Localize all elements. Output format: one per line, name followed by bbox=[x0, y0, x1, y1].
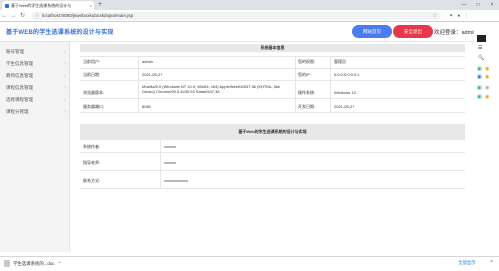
menu-icon[interactable]: ⋮ bbox=[464, 13, 469, 19]
label-os: 操作系统: bbox=[298, 90, 316, 95]
label-dev-date: 开发日期: bbox=[298, 104, 316, 109]
label-current-date: 当前日期: bbox=[83, 72, 101, 77]
reload-icon[interactable]: ↻ bbox=[18, 12, 27, 19]
show-all-downloads[interactable]: 全部显示 bbox=[458, 260, 476, 266]
browser-nav-bar: ← → ↻ ⓘ localhost:8080/jsweboxkuboxkdxjx… bbox=[0, 10, 499, 22]
download-bar bbox=[0, 256, 499, 271]
label-server-port: 服务器端口: bbox=[83, 104, 105, 109]
divider bbox=[138, 56, 139, 112]
chevron-right-icon: › bbox=[64, 73, 67, 78]
sidebar-item-label: 选修课程管理 bbox=[6, 97, 33, 102]
close-download-bar-icon[interactable]: × bbox=[490, 259, 493, 265]
sidebar-item-elective[interactable]: 选修课程管理 › bbox=[6, 97, 66, 103]
close-window-button[interactable]: × bbox=[485, 0, 499, 10]
chevron-right-icon: › bbox=[64, 49, 67, 54]
download-item[interactable]: 学生选课系统的...doc ⌃ bbox=[4, 260, 61, 267]
window-controls: — □ × bbox=[457, 0, 499, 10]
value-server-port: 8080 bbox=[142, 104, 151, 109]
app-title: 基于WEB的学生选课系统的设计与实现 bbox=[6, 30, 114, 36]
bookmark-star-icon[interactable]: ☆ bbox=[433, 13, 437, 19]
value-os: Windows 10 bbox=[334, 90, 356, 95]
logout-button[interactable]: 安全退出 bbox=[393, 25, 433, 38]
sidebar-item-label: 学生信息管理 bbox=[6, 61, 33, 66]
tool-c-icon[interactable]: ▣ bbox=[477, 74, 482, 80]
value-ip: 0:0:0:0:0:0:0:1 bbox=[334, 72, 360, 77]
chevron-up-icon[interactable]: ⌃ bbox=[57, 261, 61, 267]
divider bbox=[80, 170, 465, 171]
value-author: xxxxxx bbox=[164, 144, 176, 149]
sidebar-item-teachers[interactable]: 教师信息管理 › bbox=[6, 73, 66, 79]
divider bbox=[160, 140, 161, 188]
tool-b-icon[interactable]: ◉ bbox=[485, 66, 489, 72]
value-current-user: admin bbox=[142, 59, 153, 64]
app-logo-icon[interactable] bbox=[477, 35, 486, 42]
divider bbox=[80, 152, 465, 153]
sidebar-item-courses[interactable]: 课程信息管理 › bbox=[6, 85, 66, 91]
address-bar[interactable]: ⓘ localhost:8080/jsweboxkuboxkdxjxa/main… bbox=[31, 11, 441, 20]
browser-toolbar-right: ✦ ● ⋮ bbox=[449, 13, 469, 19]
label-author: 系统作者: bbox=[83, 144, 101, 149]
maximize-button[interactable]: □ bbox=[471, 0, 485, 10]
favicon-icon bbox=[5, 3, 9, 8]
tool-a-icon[interactable]: ▣ bbox=[477, 66, 482, 72]
divider bbox=[295, 56, 296, 112]
back-icon[interactable]: ← bbox=[0, 13, 9, 19]
label-current-user: 当前用户: bbox=[83, 59, 101, 64]
value-contact: xxxxxxxxxxxx bbox=[164, 178, 188, 183]
extensions-icon[interactable]: ✦ bbox=[449, 13, 453, 19]
site-info-icon[interactable]: ⓘ bbox=[35, 13, 39, 19]
value-current-date: 2021-05-27 bbox=[142, 72, 163, 77]
file-icon bbox=[4, 260, 10, 267]
label-contact: 联系方式: bbox=[83, 178, 101, 183]
sidebar-item-grades[interactable]: 课程分管理 › bbox=[6, 109, 66, 115]
label-browser: 浏览器版本: bbox=[83, 90, 105, 95]
sidebar-item-label: 教师信息管理 bbox=[6, 73, 33, 78]
tab-title: 基于Web的学生选课系统的设计与 bbox=[11, 2, 72, 8]
value-dev-date: 2021-05-27 bbox=[334, 104, 355, 109]
tool-h-icon[interactable]: ◉ bbox=[485, 94, 489, 100]
divider bbox=[80, 112, 465, 113]
label-advisor: 指导老师: bbox=[83, 160, 101, 165]
divider bbox=[80, 188, 465, 189]
browser-tab[interactable]: 基于Web的学生选课系统的设计与 × bbox=[2, 1, 94, 10]
tool-e-icon[interactable]: ▣ bbox=[477, 85, 482, 91]
label-ip: 您的IP: bbox=[298, 72, 311, 77]
chevron-right-icon: › bbox=[64, 109, 67, 114]
menu-lines-icon[interactable]: ☰ bbox=[478, 45, 482, 51]
value-advisor: xxxxxx bbox=[164, 160, 176, 165]
value-browser: Mozilla/5.0 (Windows NT 10.0; Win64; x64… bbox=[142, 84, 281, 94]
devinfo-title: 基于Web的学生选课系统的设计与实现 bbox=[80, 124, 465, 140]
sidebar: 账号管理 › 学生信息管理 › 教师信息管理 › 课程信息管理 › 选修课程管理 › 课程… bbox=[0, 42, 70, 252]
sidebar-item-label: 课程分管理 bbox=[6, 109, 29, 114]
tool-d-icon[interactable]: ◉ bbox=[485, 74, 489, 80]
new-tab-button[interactable]: + bbox=[96, 1, 104, 9]
chevron-right-icon: › bbox=[64, 97, 67, 102]
sysinfo-title: 系统基本信息 bbox=[80, 44, 465, 52]
download-file-name: 学生选课系统的...doc bbox=[13, 260, 55, 266]
floating-toolbar: ☰ 🔍 ▣ ◉ ▣ ◉ ▣ ◉ ▣ ◉ bbox=[474, 22, 499, 122]
tool-g-icon[interactable]: ▣ bbox=[477, 94, 482, 100]
profile-icon[interactable]: ● bbox=[457, 13, 460, 19]
search-icon[interactable]: 🔍 bbox=[478, 55, 484, 61]
value-permission: 管理员 bbox=[334, 59, 346, 64]
sidebar-item-label: 课程信息管理 bbox=[6, 85, 33, 90]
chevron-right-icon: › bbox=[64, 85, 67, 90]
chevron-right-icon: › bbox=[64, 61, 67, 66]
sidebar-item-students[interactable]: 学生信息管理 › bbox=[6, 61, 66, 67]
tab-close-icon[interactable]: × bbox=[90, 3, 92, 8]
minimize-button[interactable]: — bbox=[457, 0, 471, 10]
sidebar-item-label: 账号管理 bbox=[6, 49, 24, 54]
home-button[interactable]: 网站首页 bbox=[352, 25, 392, 38]
tool-f-icon[interactable]: ◉ bbox=[485, 85, 489, 91]
forward-icon[interactable]: → bbox=[9, 13, 18, 19]
url-text: localhost:8080/jsweboxkuboxkdxjxa/main.j… bbox=[42, 13, 134, 18]
label-permission: 您的权限: bbox=[298, 59, 316, 64]
sidebar-item-account[interactable]: 账号管理 › bbox=[6, 49, 66, 55]
divider bbox=[330, 56, 331, 112]
